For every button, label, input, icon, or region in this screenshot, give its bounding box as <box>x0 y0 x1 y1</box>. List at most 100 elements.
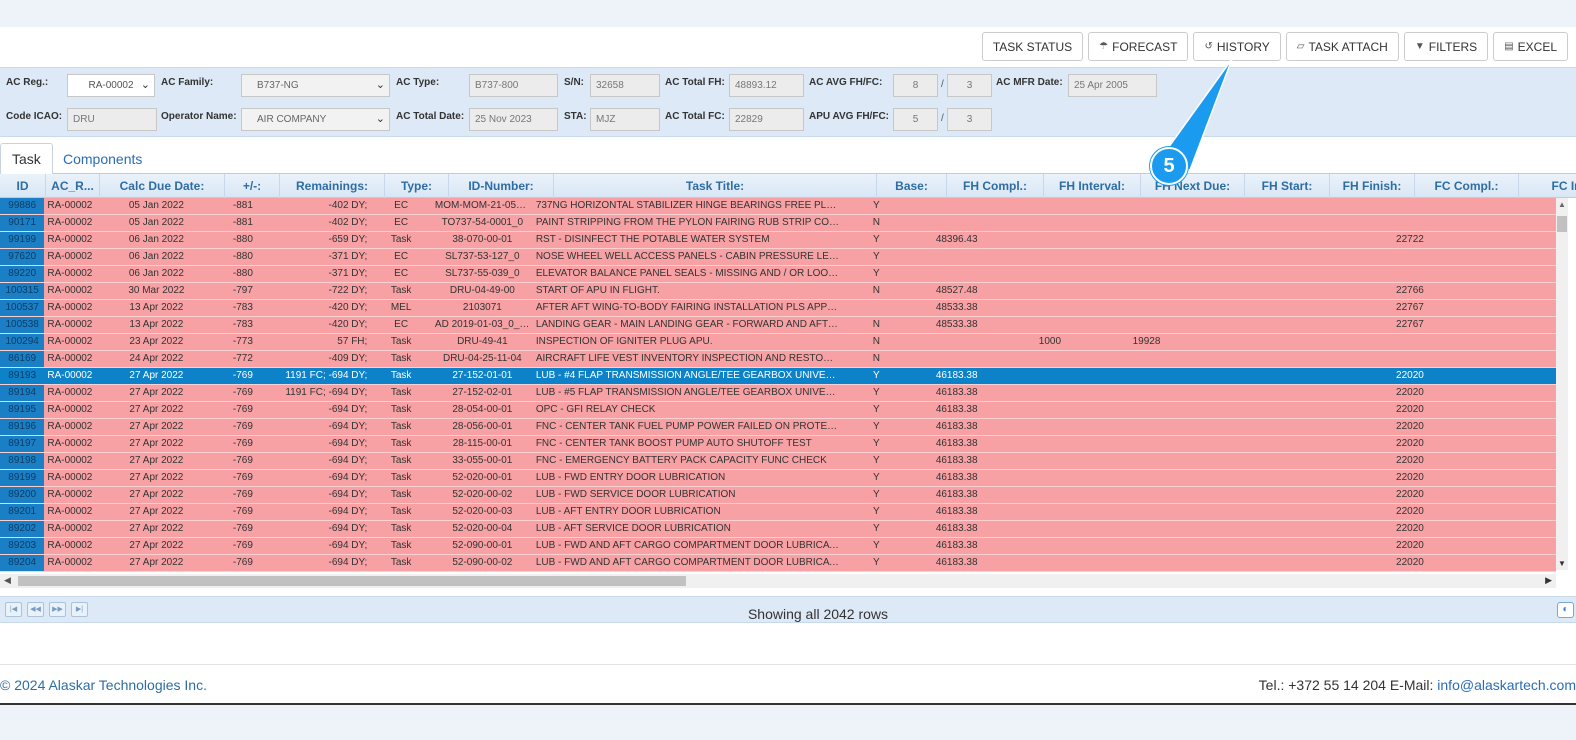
sn-label: S/N: <box>564 77 584 88</box>
table-row[interactable]: 89197 RA-00002 27 Apr 2022 -769 -694 DY; Task… <box>0 436 1556 453</box>
column-header[interactable]: FH Start: <box>1245 174 1330 198</box>
tab-components[interactable]: Components <box>52 143 153 174</box>
column-header[interactable]: FC Int <box>1519 174 1576 198</box>
table-row[interactable]: 100294 RA-00002 23 Apr 2022 -773 57 FH; Task D… <box>0 334 1556 351</box>
table-cell <box>1196 385 1278 401</box>
table-cell: 52-020-00-03 <box>452 506 513 517</box>
table-cell: RA-00002 <box>47 285 93 296</box>
table-cell: -880 <box>232 251 253 262</box>
table-row[interactable]: 89194 RA-00002 27 Apr 2022 -769 1191 FC; -69… <box>0 385 1556 402</box>
table-cell: 22020 <box>1396 370 1424 381</box>
column-header[interactable]: Type: <box>385 174 449 198</box>
table-row[interactable]: 89199 RA-00002 27 Apr 2022 -769 -694 DY; Task… <box>0 470 1556 487</box>
table-cell: -694 DY; <box>328 472 368 483</box>
email-link[interactable]: info@alaskartech.com <box>1437 677 1576 693</box>
ac-total-fc-label: AC Total FC: <box>665 111 725 122</box>
table-cell <box>1278 419 1360 435</box>
table-cell: 27 Apr 2022 <box>129 387 184 398</box>
table-cell: 38-070-00-01 <box>452 234 513 245</box>
table-cell <box>1196 504 1278 520</box>
chevron-down-icon: ⌄ <box>140 79 150 91</box>
column-header[interactable]: Base: <box>877 174 947 198</box>
column-header[interactable]: Calc Due Date: <box>100 174 225 198</box>
column-header[interactable]: ID-Number: <box>449 174 554 198</box>
column-header[interactable]: ID <box>0 174 46 198</box>
table-cell: LUB - FWD ENTRY DOOR LUBRICATION <box>535 472 726 483</box>
table-cell: Y <box>873 268 880 279</box>
table-cell: -797 <box>232 285 253 296</box>
horizontal-scrollbar[interactable]: ◀ ▶ <box>0 574 1556 588</box>
apu-avg-fh-field[interactable]: 5 <box>893 108 938 131</box>
table-cell <box>1460 555 1556 571</box>
table-cell: 22020 <box>1396 387 1424 398</box>
code-icao-field[interactable]: DRU <box>67 108 157 131</box>
ac-type-field[interactable]: B737-800 <box>469 74 558 97</box>
ac-family-select[interactable]: B737-NG ⌄ <box>241 74 390 97</box>
column-header[interactable]: FH Interval: <box>1044 174 1141 198</box>
table-cell <box>1003 351 1096 367</box>
table-cell: 13 Apr 2022 <box>129 319 184 330</box>
table-row[interactable]: 100315 RA-00002 30 Mar 2022 -797 -722 DY; Tas… <box>0 283 1556 300</box>
table-cell: -694 DY; <box>328 506 368 517</box>
table-row[interactable]: 89200 RA-00002 27 Apr 2022 -769 -694 DY; Task… <box>0 487 1556 504</box>
table-cell <box>1460 453 1556 469</box>
scroll-up-icon[interactable]: ▲ <box>1558 200 1566 209</box>
ac-avg-fh-field[interactable]: 8 <box>893 74 938 97</box>
table-cell: SL737-55-039_0 <box>445 268 520 279</box>
table-cell <box>1003 436 1096 452</box>
column-header[interactable]: AC_R... <box>46 174 100 198</box>
history-button[interactable]: ↺ HISTORY <box>1193 32 1281 61</box>
horizontal-scroll-thumb[interactable] <box>18 576 686 586</box>
ac-total-date-field[interactable]: 25 Nov 2023 <box>469 108 558 131</box>
table-row[interactable]: 89204 RA-00002 27 Apr 2022 -769 -694 DY; Task… <box>0 555 1556 572</box>
table-row[interactable]: 86169 RA-00002 24 Apr 2022 -772 -409 DY; Task… <box>0 351 1556 368</box>
table-row[interactable]: 99886 RA-00002 05 Jan 2022 -881 -402 DY; EC MO… <box>0 198 1556 215</box>
ac-avg-fc-field[interactable]: 3 <box>947 74 992 97</box>
table-row[interactable]: 89201 RA-00002 27 Apr 2022 -769 -694 DY; Task… <box>0 504 1556 521</box>
ac-reg-select[interactable]: RA-00002 ⌄ <box>67 74 155 97</box>
table-row[interactable]: 97620 RA-00002 06 Jan 2022 -880 -371 DY; EC SL… <box>0 249 1556 266</box>
forecast-button[interactable]: ☂ FORECAST <box>1088 32 1189 61</box>
vertical-scroll-thumb[interactable] <box>1557 216 1567 232</box>
table-row[interactable]: 100537 RA-00002 13 Apr 2022 -783 -420 DY; MEL… <box>0 300 1556 317</box>
column-header[interactable]: +/-: <box>225 174 280 198</box>
excel-button[interactable]: ▤ EXCEL <box>1493 32 1568 61</box>
table-cell: DRU-04-25-11-04 <box>442 353 522 364</box>
task-attach-button[interactable]: ▱ TASK ATTACH <box>1285 32 1399 61</box>
table-cell: LUB - AFT SERVICE DOOR LUBRICATION <box>535 523 731 534</box>
ac-mfr-field[interactable]: 25 Apr 2005 <box>1068 74 1157 97</box>
column-header[interactable]: FH Finish: <box>1330 174 1415 198</box>
table-row[interactable]: 89220 RA-00002 06 Jan 2022 -880 -371 DY; EC SL… <box>0 266 1556 283</box>
operator-select[interactable]: AIR COMPANY ⌄ <box>241 108 390 131</box>
table-cell <box>1460 266 1556 282</box>
table-cell: Y <box>873 370 880 381</box>
table-row[interactable]: 90171 RA-00002 05 Jan 2022 -881 -402 DY; EC TO… <box>0 215 1556 232</box>
table-row[interactable]: 89202 RA-00002 27 Apr 2022 -769 -694 DY; Task… <box>0 521 1556 538</box>
sn-field[interactable]: 32658 <box>590 74 660 97</box>
lightbulb-icon[interactable]: ◐ <box>1557 602 1574 618</box>
column-header[interactable]: FH Compl.: <box>947 174 1044 198</box>
filters-button[interactable]: ▼ FILTERS <box>1403 32 1489 61</box>
table-cell: Task <box>390 285 412 296</box>
apu-avg-fc-field[interactable]: 3 <box>947 108 992 131</box>
task-status-button[interactable]: TASK STATUS <box>981 32 1084 61</box>
table-row[interactable]: 89195 RA-00002 27 Apr 2022 -769 -694 DY; Task… <box>0 402 1556 419</box>
tab-task[interactable]: Task <box>0 143 53 175</box>
column-header[interactable]: Remainings: <box>280 174 385 198</box>
scroll-right-icon[interactable]: ▶ <box>1545 575 1552 586</box>
column-header[interactable]: FC Compl.: <box>1415 174 1519 198</box>
table-cell <box>1460 300 1556 316</box>
table-row[interactable]: 89193 RA-00002 27 Apr 2022 -769 1191 FC; -69… <box>0 368 1556 385</box>
sta-field[interactable]: MJZ <box>590 108 660 131</box>
table-row[interactable]: 89196 RA-00002 27 Apr 2022 -769 -694 DY; Task… <box>0 419 1556 436</box>
scroll-down-icon[interactable]: ▼ <box>1558 559 1566 568</box>
column-header[interactable]: Task Title: <box>554 174 877 198</box>
table-row[interactable]: 100538 RA-00002 13 Apr 2022 -783 -420 DY; EC A… <box>0 317 1556 334</box>
ac-total-fh-field[interactable]: 48893.12 <box>729 74 804 97</box>
table-row[interactable]: 99199 RA-00002 06 Jan 2022 -880 -659 DY; Task… <box>0 232 1556 249</box>
vertical-scrollbar[interactable]: ▲ ▼ <box>1556 198 1568 570</box>
table-row[interactable]: 89198 RA-00002 27 Apr 2022 -769 -694 DY; Task… <box>0 453 1556 470</box>
table-row[interactable]: 89203 RA-00002 27 Apr 2022 -769 -694 DY; Task… <box>0 538 1556 555</box>
scroll-left-icon[interactable]: ◀ <box>4 575 11 586</box>
ac-total-fc-field[interactable]: 22829 <box>729 108 804 131</box>
